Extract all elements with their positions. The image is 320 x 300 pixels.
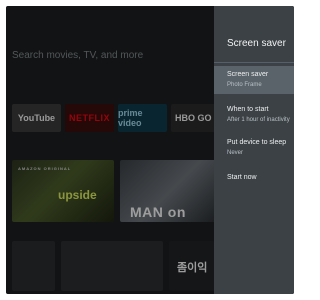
menu-item-when-to-start-label: When to start <box>227 106 269 113</box>
app-netflix[interactable]: NETFLIX <box>65 104 114 132</box>
tile-upside[interactable]: AMAZON ORIGINAL upside <box>12 160 114 222</box>
search-placeholder: Search movies, TV, and more <box>12 50 144 61</box>
menu-item-screen-saver-label: Screen saver <box>227 71 269 78</box>
menu-item-start-now[interactable]: Start now <box>214 170 294 188</box>
menu-item-put-device-to-sleep-value: Never <box>227 150 244 156</box>
app-hbo-go-label: HBO GO <box>175 113 212 123</box>
menu-item-put-device-to-sleep-label: Put device to sleep <box>227 139 287 146</box>
tile-man-on-fire[interactable]: MAN on FIRE <box>120 160 222 222</box>
tile-korean-title-text: 좀이익 <box>177 262 208 274</box>
menu-item-screen-saver[interactable]: Screen saver Photo Frame <box>214 66 294 94</box>
screen-saver-panel: Screen saver Screen saver Photo Frame Wh… <box>214 6 294 294</box>
app-youtube-label: YouTube <box>17 113 56 123</box>
search-bar[interactable]: Search movies, TV, and more <box>12 47 212 65</box>
panel-divider <box>214 62 294 63</box>
menu-item-screen-saver-value: Photo Frame <box>227 82 262 88</box>
menu-item-start-now-label: Start now <box>227 174 257 181</box>
app-netflix-label: NETFLIX <box>69 113 110 123</box>
tile-upside-subtitle: AMAZON ORIGINAL <box>18 166 72 171</box>
app-prime-video[interactable]: prime video <box>118 104 167 132</box>
menu-item-when-to-start-value: After 1 hour of inactivity <box>227 117 290 123</box>
menu-item-put-device-to-sleep[interactable]: Put device to sleep Never <box>214 134 294 162</box>
app-prime-video-label: prime video <box>118 108 143 128</box>
panel-title: Screen saver <box>227 38 286 49</box>
app-youtube[interactable]: YouTube <box>12 104 61 132</box>
screen-frame: Search movies, TV, and more YouTube NETF… <box>0 0 300 300</box>
tile-row2-1[interactable] <box>12 241 55 291</box>
tv-home-screen: Search movies, TV, and more YouTube NETF… <box>6 6 294 294</box>
app-hbo-go[interactable]: HBO GO <box>171 104 215 132</box>
apps-row: YouTube NETFLIX prime video HBO GO <box>12 104 215 132</box>
tile-man-on-fire-title: MAN on FIRE <box>130 204 186 222</box>
tile-row2-2[interactable] <box>61 241 163 291</box>
tile-upside-title: upside <box>58 188 97 202</box>
menu-item-when-to-start[interactable]: When to start After 1 hour of inactivity <box>214 101 294 129</box>
